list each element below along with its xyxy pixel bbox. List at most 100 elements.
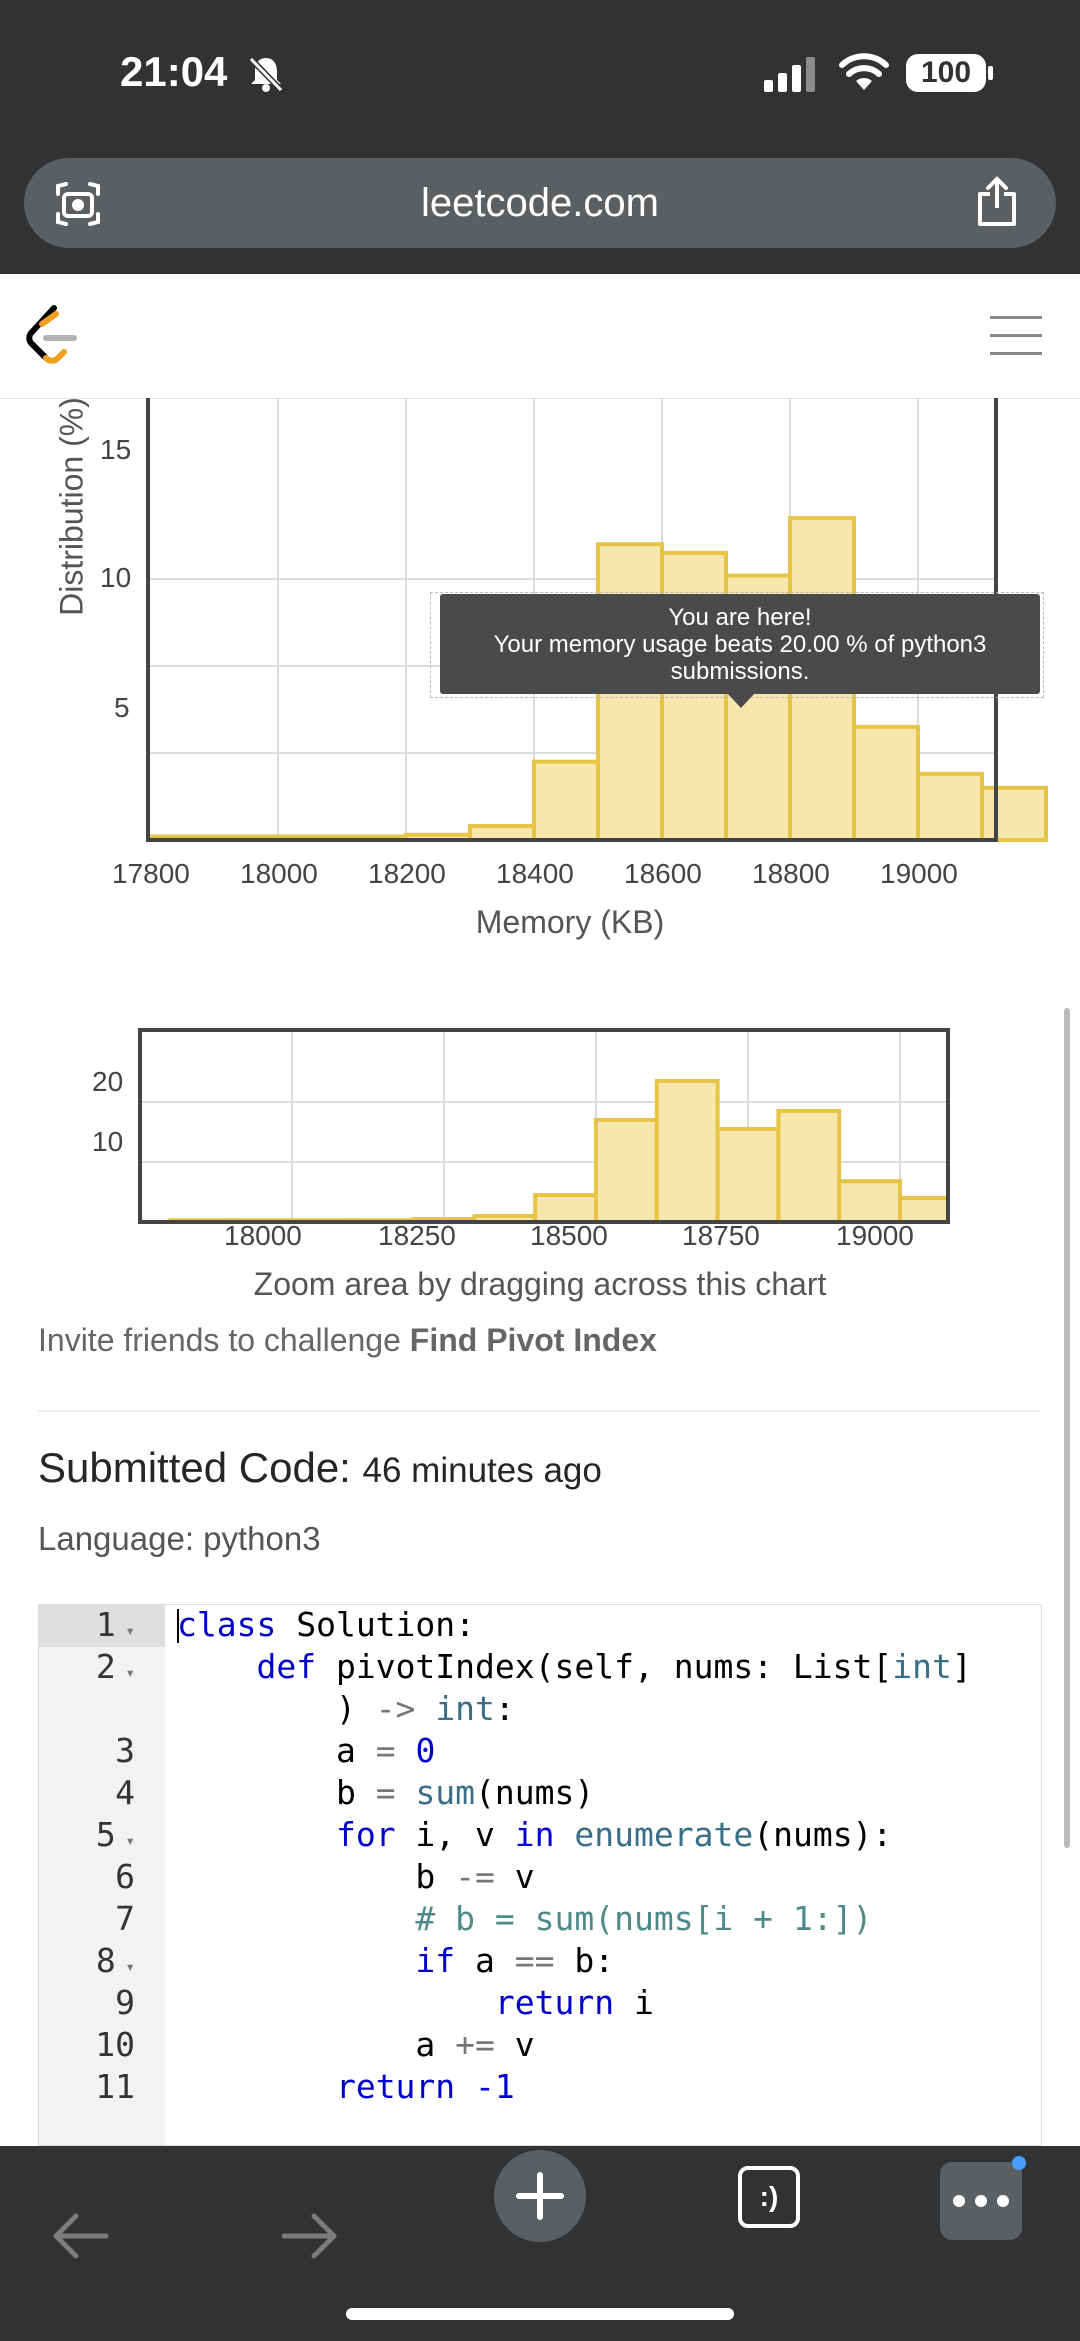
zoom-bar <box>898 1196 950 1224</box>
signal-icon <box>764 57 815 92</box>
zoom-ytick: 20 <box>92 1066 124 1097</box>
code-editor[interactable]: 1 ▾ 2 ▾ 3 4 5 ▾ 6 7 8 ▾ 9 10 11 class Solut… <box>38 1604 1042 2146</box>
language-label: Language: python3 <box>38 1520 321 1557</box>
line-number-text: 10 <box>95 2025 135 2064</box>
fold-caret-icon[interactable]: ▾ <box>116 1621 135 1640</box>
fold-caret-icon[interactable]: ▾ <box>116 1831 135 1850</box>
new-tab-button[interactable] <box>494 2150 586 2242</box>
submitted-title: Submitted Code: <box>38 1444 351 1491</box>
arrow-left-icon <box>53 2213 109 2259</box>
code-line: a = 0 <box>177 1731 436 1770</box>
line-number: 9 <box>39 1983 135 2022</box>
status-time: 21:04 <box>120 48 228 95</box>
invite-problem-link[interactable]: Find Pivot Index <box>410 1322 657 1358</box>
code-line: ) -> int: <box>177 1689 515 1728</box>
site-header <box>0 274 1080 399</box>
tooltip: You are here! Your memory usage beats 20… <box>440 594 1040 694</box>
main-xtick: 18400 <box>496 858 574 889</box>
tooltip-line: You are here! <box>668 604 812 631</box>
line-number-text: 4 <box>115 1773 135 1812</box>
line-number-text: 1 <box>95 1605 116 1644</box>
code-line: return -1 <box>335 2067 515 2106</box>
main-xtick: 19000 <box>880 858 958 889</box>
main-xtick: 18200 <box>368 858 446 889</box>
page-scrollbar[interactable] <box>1064 1008 1070 1848</box>
code-line: b -= v <box>177 1857 535 1896</box>
tooltip-arrow <box>728 694 754 708</box>
zoom-bar <box>837 1179 903 1224</box>
code-line: for i, v in enumerate(nums): <box>335 1815 893 1854</box>
code-line: if a == b: <box>415 1941 615 1980</box>
bell-slash-icon <box>248 56 284 93</box>
line-number: 11 <box>39 2067 135 2106</box>
home-indicator[interactable] <box>346 2308 734 2320</box>
hamburger-menu-icon[interactable] <box>990 314 1042 358</box>
line-number: 4 <box>39 1773 135 1812</box>
plus-icon <box>516 2172 564 2220</box>
zoom-hint: Zoom area by dragging across this chart <box>253 1266 827 1302</box>
line-number: 1 ▾ <box>39 1605 135 1644</box>
main-bar <box>916 771 984 843</box>
code-line: b = sum(nums) <box>177 1773 595 1812</box>
line-number-text: 9 <box>115 1983 135 2022</box>
line-number: 3 <box>39 1731 135 1770</box>
wifi-icon <box>839 53 889 90</box>
line-number: 10 <box>39 2025 135 2064</box>
notification-dot <box>1012 2156 1026 2170</box>
zoom-ytick: 10 <box>92 1126 124 1157</box>
zoom-xtick: 18750 <box>682 1220 760 1251</box>
back-button[interactable] <box>40 2186 120 2286</box>
main-xtick: 17800 <box>112 858 190 889</box>
code-line: class Solution: <box>177 1605 476 1644</box>
tooltip-line: submissions. <box>670 658 810 685</box>
fold-caret-icon[interactable]: ▾ <box>116 1957 135 1976</box>
zoom-bar <box>533 1193 599 1224</box>
share-icon[interactable] <box>974 176 1020 228</box>
main-ytick: 10 <box>100 562 132 593</box>
battery-indicator: 100 <box>906 54 986 92</box>
line-number-text: 8 <box>95 1941 116 1980</box>
zoom-xtick: 18250 <box>378 1220 456 1251</box>
line-number-text: 7 <box>115 1899 135 1938</box>
tabs-count-label: :) <box>759 2181 779 2212</box>
line-number: 2 ▾ <box>39 1647 135 1686</box>
submitted-heading: Submitted Code: 46 minutes ago <box>38 1444 602 1492</box>
arrow-right-icon <box>281 2213 337 2259</box>
zoom-bar <box>654 1079 720 1224</box>
main-bar <box>980 785 1048 842</box>
line-number: 7 <box>39 1899 135 1938</box>
main-xlabel: Memory (KB) <box>475 904 665 940</box>
forward-button[interactable] <box>270 2186 350 2286</box>
zoom-xtick: 18500 <box>530 1220 608 1251</box>
tabs-button[interactable]: :) <box>738 2166 800 2228</box>
main-bar <box>532 759 600 843</box>
submitted-time: 46 minutes ago <box>362 1451 602 1490</box>
main-ylabel: Distribution (%) <box>53 398 90 616</box>
main-ytick: 15 <box>100 434 132 465</box>
main-bar <box>468 824 536 842</box>
fold-caret-icon[interactable]: ▾ <box>116 1663 135 1682</box>
zoom-bar <box>715 1127 781 1224</box>
line-number: 6 <box>39 1857 135 1896</box>
line-number-text: 5 <box>95 1815 116 1854</box>
zoom-chart[interactable]: 20 10 <box>0 1010 1080 1230</box>
tooltip-line: Your memory usage beats 20.00 % of pytho… <box>493 631 987 658</box>
zoom-xtick: 19000 <box>836 1220 914 1251</box>
line-number-text: 3 <box>115 1731 135 1770</box>
zoom-bar <box>594 1118 659 1224</box>
more-menu-button[interactable] <box>940 2162 1022 2240</box>
leetcode-logo[interactable] <box>26 304 78 366</box>
invite-text: Invite friends to challenge Find Pivot I… <box>38 1322 657 1359</box>
address-bar[interactable]: leetcode.com <box>24 158 1056 248</box>
zoom-xtick: 18000 <box>224 1220 302 1251</box>
line-number: 5 ▾ <box>39 1815 135 1854</box>
url-text[interactable]: leetcode.com <box>24 158 1056 248</box>
main-xtick: 18600 <box>624 858 702 889</box>
code-line: # b = sum(nums[i + 1:]) <box>415 1899 873 1938</box>
code-line: a += v <box>177 2025 535 2064</box>
line-number-text: 2 <box>95 1647 116 1686</box>
line-number: 8 ▾ <box>39 1941 135 1980</box>
section-divider <box>38 1410 1040 1412</box>
main-xtick: 18800 <box>752 858 830 889</box>
zoom-chart-svg <box>138 1028 950 1224</box>
